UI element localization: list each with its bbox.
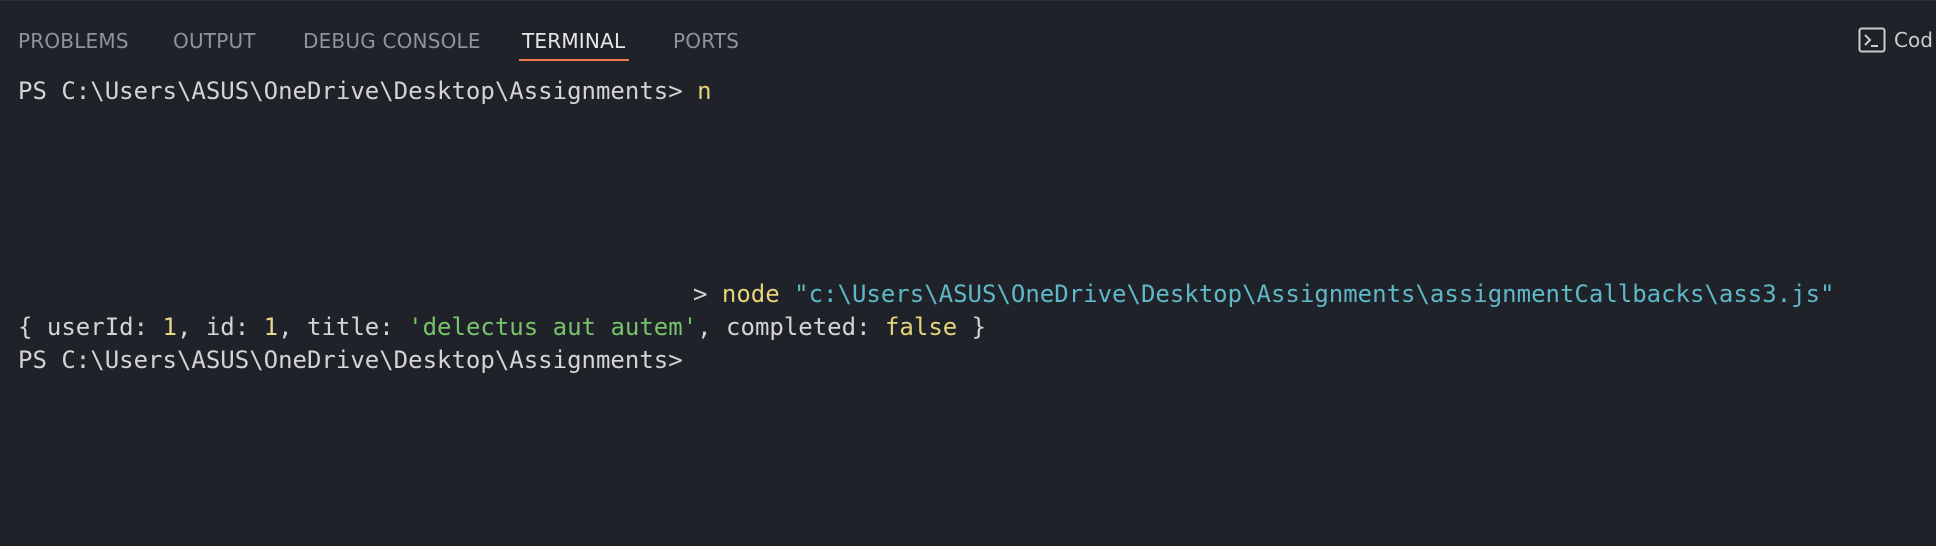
tab-output[interactable]: OUTPUT [173, 29, 256, 53]
tab-terminal[interactable]: TERMINAL [522, 29, 625, 53]
terminal-line-output: { userId: 1, id: 1, title: 'delectus aut… [18, 311, 986, 344]
command-space [780, 280, 794, 308]
command-name: node [721, 280, 780, 308]
output-userid-value: 1 [162, 313, 177, 341]
tab-problems[interactable]: PROBLEMS [18, 29, 129, 53]
command-argument: "c:\Users\ASUS\OneDrive\Desktop\Assignme… [794, 280, 1835, 308]
output-part: { userId: [18, 313, 163, 341]
terminal-launcher-button[interactable]: Cod [1858, 26, 1933, 54]
tab-ports[interactable]: PORTS [673, 29, 739, 53]
prompt-text: PS C:\Users\ASUS\OneDrive\Desktop\Assign… [18, 346, 683, 374]
prompt-text: PS C:\Users\ASUS\OneDrive\Desktop\Assign… [18, 77, 698, 105]
terminal-line-prompt-1: PS C:\Users\ASUS\OneDrive\Desktop\Assign… [18, 75, 712, 108]
tab-debug-console[interactable]: DEBUG CONSOLE [303, 29, 481, 53]
output-part: , id: [176, 313, 264, 341]
output-title-value: 'delectus aut autem' [408, 313, 698, 341]
output-id-value: 1 [263, 313, 279, 341]
output-completed-value: false [884, 313, 958, 341]
active-tab-indicator [519, 59, 629, 61]
terminal-line-prompt-2: PS C:\Users\ASUS\OneDrive\Desktop\Assign… [18, 344, 683, 377]
terminal-icon [1858, 27, 1886, 53]
typed-input: n [697, 77, 712, 105]
terminal-line-command: > node "c:\Users\ASUS\OneDrive\Desktop\A… [693, 278, 1835, 311]
terminal-launcher-label: Cod [1894, 28, 1933, 52]
output-part: } [957, 313, 987, 341]
command-arrow: > [693, 280, 722, 308]
output-part: , completed: [697, 313, 885, 341]
output-part: , title: [278, 313, 409, 341]
terminal-output[interactable]: PS C:\Users\ASUS\OneDrive\Desktop\Assign… [0, 63, 1936, 546]
terminal-panel: PROBLEMS OUTPUT DEBUG CONSOLE TERMINAL P… [0, 0, 1936, 546]
panel-tab-bar: PROBLEMS OUTPUT DEBUG CONSOLE TERMINAL P… [0, 1, 1936, 63]
